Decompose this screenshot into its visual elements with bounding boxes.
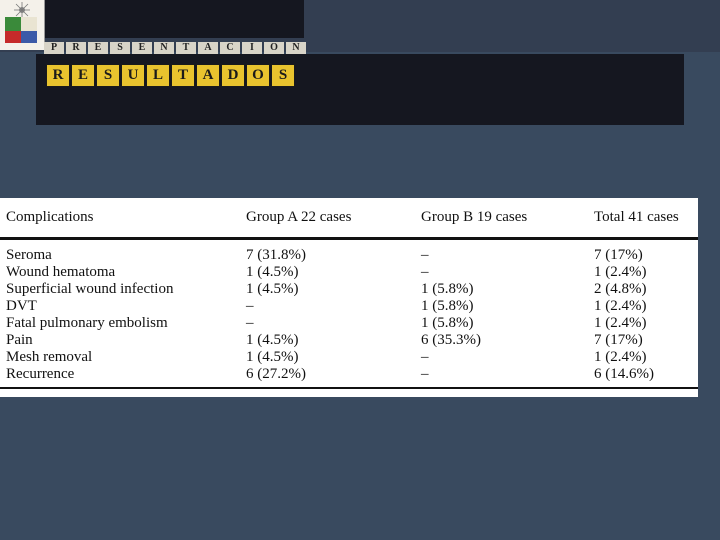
title-letter: U xyxy=(121,64,145,87)
column-header: Total 41 cases xyxy=(594,198,698,240)
top-dark-band xyxy=(44,0,304,38)
subtitle-letter: E xyxy=(88,42,108,54)
table-row: Seroma 7 (31.8%) – 7 (17%) xyxy=(0,239,698,265)
title-letter: E xyxy=(71,64,95,87)
table-cell: 6 (35.3%) xyxy=(421,332,481,348)
table-cell: 7 (17%) xyxy=(594,247,643,263)
table-row: DVT – 1 (5.8%) 1 (2.4%) xyxy=(0,298,698,315)
table-cell: Recurrence xyxy=(0,366,246,389)
table-cell: – xyxy=(421,264,429,280)
table-cell: Wound hematoma xyxy=(6,264,116,280)
university-logo xyxy=(0,0,45,50)
subtitle-letter: R xyxy=(66,42,86,54)
table-cell: Mesh removal xyxy=(6,349,93,365)
subtitle-letter: N xyxy=(286,42,306,54)
shield-quarter xyxy=(21,17,37,31)
slide-title: R E S U L T A D O S xyxy=(46,64,295,87)
subtitle-letter: S xyxy=(110,42,130,54)
table-cell: 1 (2.4%) xyxy=(594,298,647,314)
sun-icon xyxy=(14,2,30,18)
table-cell: 7 (17%) xyxy=(594,332,643,348)
table-cell: 7 (31.8%) xyxy=(246,247,306,263)
table-cell: – xyxy=(246,315,254,331)
title-letter: S xyxy=(271,64,295,87)
title-letter: L xyxy=(146,64,170,87)
subtitle-letter: E xyxy=(132,42,152,54)
table-cell: 1 (4.5%) xyxy=(246,332,299,348)
title-letter: D xyxy=(221,64,245,87)
table-cell: 1 (2.4%) xyxy=(594,264,647,280)
table-cell: 1 (5.8%) xyxy=(421,281,474,297)
table-cell: 6 (27.2%) xyxy=(246,366,421,389)
table-row: Recurrence 6 (27.2%) – 6 (14.6%) xyxy=(0,366,698,389)
subtitle-letter: N xyxy=(154,42,174,54)
title-letter: T xyxy=(171,64,195,87)
table-cell: DVT xyxy=(6,298,37,314)
table-cell: – xyxy=(421,349,429,365)
title-panel: R E S U L T A D O S xyxy=(36,54,684,125)
table-cell: Pain xyxy=(6,332,33,348)
complications-table-card: Complications Group A 22 cases Group B 1… xyxy=(0,198,698,397)
table-cell: 6 (14.6%) xyxy=(594,366,698,389)
subtitle-letter: A xyxy=(198,42,218,54)
table-row: Pain 1 (4.5%) 6 (35.3%) 7 (17%) xyxy=(0,332,698,349)
table-cell: – xyxy=(421,247,429,263)
column-header: Complications xyxy=(0,198,246,240)
title-letter: A xyxy=(196,64,220,87)
subtitle-letter: T xyxy=(176,42,196,54)
table-cell: 1 (4.5%) xyxy=(246,264,299,280)
table-cell: – xyxy=(421,366,594,389)
table-cell: 1 (2.4%) xyxy=(594,349,647,365)
table-cell: 2 (4.8%) xyxy=(594,281,647,297)
title-letter: O xyxy=(246,64,270,87)
complications-table: Complications Group A 22 cases Group B 1… xyxy=(0,198,698,389)
shield-quarter xyxy=(5,31,21,43)
table-row: Fatal pulmonary embolism – 1 (5.8%) 1 (2… xyxy=(0,315,698,332)
table-cell: Seroma xyxy=(6,247,52,263)
table-cell: – xyxy=(246,298,254,314)
title-letter: R xyxy=(46,64,70,87)
shield-quarter xyxy=(21,31,37,43)
table-cell: 1 (2.4%) xyxy=(594,315,647,331)
title-letter: S xyxy=(96,64,120,87)
table-row: Mesh removal 1 (4.5%) – 1 (2.4%) xyxy=(0,349,698,366)
subtitle-letter: P xyxy=(44,42,64,54)
table-row: Wound hematoma 1 (4.5%) – 1 (2.4%) xyxy=(0,264,698,281)
subtitle-letters: P R E S E N T A C I O N xyxy=(44,42,306,54)
table-cell: 1 (5.8%) xyxy=(421,315,474,331)
table-cell: 1 (5.8%) xyxy=(421,298,474,314)
table-cell: Superficial wound infection xyxy=(6,281,174,297)
table-row: Superficial wound infection 1 (4.5%) 1 (… xyxy=(0,281,698,298)
table-cell: 1 (4.5%) xyxy=(246,281,299,297)
table-cell: 1 (4.5%) xyxy=(246,349,299,365)
column-header: Group A 22 cases xyxy=(246,198,421,240)
table-header-row: Complications Group A 22 cases Group B 1… xyxy=(0,198,698,240)
column-header: Group B 19 cases xyxy=(421,198,594,240)
table-cell: Fatal pulmonary embolism xyxy=(6,315,168,331)
subtitle-letter: C xyxy=(220,42,240,54)
subtitle-letter: I xyxy=(242,42,262,54)
shield-quarter xyxy=(5,17,21,31)
subtitle-letter: O xyxy=(264,42,284,54)
